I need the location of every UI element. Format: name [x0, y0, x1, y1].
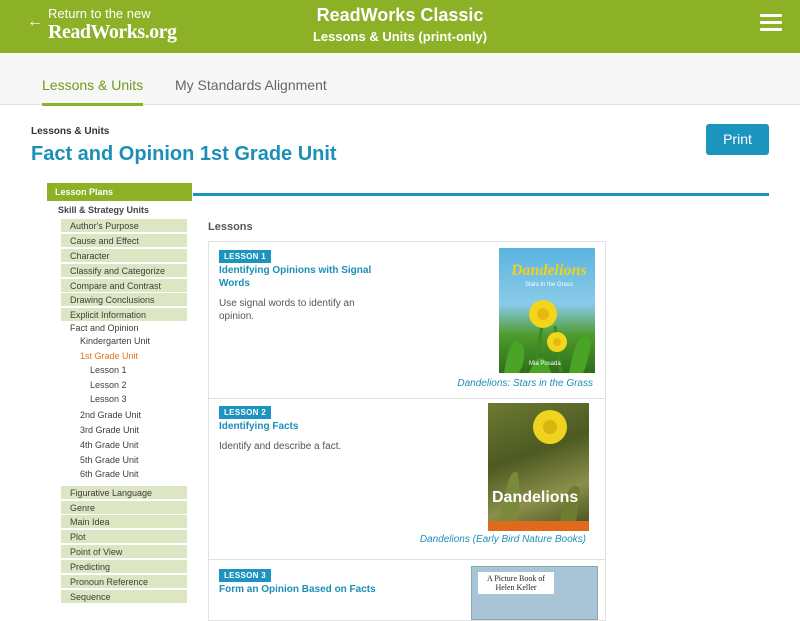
cover-subtitle: Stars in the Grass: [525, 282, 574, 288]
tab-standards-alignment[interactable]: My Standards Alignment: [175, 77, 327, 93]
sidebar-item-1st-grade-unit[interactable]: 1st Grade Unit: [80, 351, 138, 361]
sidebar-item-drawing-conclusions[interactable]: Drawing Conclusions: [61, 293, 187, 306]
sidebar-item-point-of-view[interactable]: Point of View: [61, 545, 187, 558]
sidebar-item-compare[interactable]: Compare and Contrast: [61, 279, 187, 292]
sidebar-item-plot[interactable]: Plot: [61, 530, 187, 543]
breadcrumb[interactable]: Lessons & Units: [31, 126, 109, 137]
lesson-title-link[interactable]: Identifying Opinions with Signal Words: [219, 264, 394, 290]
site-title: ReadWorks Classic: [316, 5, 484, 25]
sidebar-item-main-idea[interactable]: Main Idea: [61, 515, 187, 528]
sidebar-item-authors-purpose[interactable]: Author's Purpose: [61, 219, 187, 232]
book-cover-dandelions-early-bird[interactable]: Dandelions: [488, 403, 589, 531]
tab-bar: Lessons & Units My Standards Alignment: [0, 53, 800, 106]
book-title-link[interactable]: Dandelions (Early Bird Nature Books): [420, 534, 586, 545]
back-arrow-icon: ←: [27, 13, 43, 30]
sidebar-item-lesson-1[interactable]: Lesson 1: [90, 365, 127, 375]
sidebar-item-cause-effect[interactable]: Cause and Effect: [61, 234, 187, 247]
sidebar-item-lesson-3[interactable]: Lesson 3: [90, 394, 127, 404]
sidebar-item-sequence[interactable]: Sequence: [61, 590, 187, 603]
lesson-card: LESSON 1 Identifying Opinions with Signa…: [209, 242, 605, 399]
cover-title: A Picture Book of Helen Keller: [478, 572, 554, 594]
print-button[interactable]: Print: [706, 124, 769, 155]
sidebar-item-character[interactable]: Character: [61, 249, 187, 262]
lesson-badge: LESSON 1: [219, 250, 271, 263]
book-cover-helen-keller[interactable]: A Picture Book of Helen Keller: [471, 566, 598, 620]
sidebar-item-explicit-information[interactable]: Explicit Information: [61, 308, 187, 321]
lesson-badge: LESSON 3: [219, 569, 271, 582]
page-title: Fact and Opinion 1st Grade Unit: [31, 143, 337, 165]
sidebar-item-figurative-language[interactable]: Figurative Language: [61, 486, 187, 499]
lesson-badge: LESSON 2: [219, 406, 271, 419]
sidebar-header-lesson-plans[interactable]: Lesson Plans: [47, 183, 192, 201]
sidebar-subheader[interactable]: Skill & Strategy Units: [58, 205, 149, 215]
sidebar-item-predicting[interactable]: Predicting: [61, 560, 187, 573]
top-bar: ← Return to the new ReadWorks.org ReadWo…: [0, 0, 800, 53]
cover-title: Dandelions: [511, 262, 587, 279]
cover-author: Mia Posada: [529, 361, 561, 367]
sidebar-item-4th-grade-unit[interactable]: 4th Grade Unit: [80, 440, 139, 450]
sidebar-item-6th-grade-unit[interactable]: 6th Grade Unit: [80, 469, 139, 479]
lesson-description: Use signal words to identify an opinion.: [219, 298, 355, 322]
lesson-title-link[interactable]: Form an Opinion Based on Facts: [219, 583, 394, 596]
lesson-card: LESSON 2 Identifying Facts Identify and …: [209, 399, 605, 560]
sidebar-item-2nd-grade-unit[interactable]: 2nd Grade Unit: [80, 410, 141, 420]
hamburger-menu-icon[interactable]: [760, 14, 782, 32]
tab-lessons-units[interactable]: Lessons & Units: [42, 77, 144, 106]
sidebar-item-3rd-grade-unit[interactable]: 3rd Grade Unit: [80, 425, 139, 435]
lesson-card: LESSON 3 Form an Opinion Based on Facts …: [209, 560, 605, 620]
readworks-logo: ReadWorks.org: [48, 21, 177, 43]
return-text: Return to the new: [48, 6, 151, 21]
book-title-link[interactable]: Dandelions: Stars in the Grass: [457, 378, 593, 389]
sidebar-item-lesson-2[interactable]: Lesson 2: [90, 380, 127, 390]
sidebar-item-kindergarten-unit[interactable]: Kindergarten Unit: [80, 336, 150, 346]
sidebar-item-5th-grade-unit[interactable]: 5th Grade Unit: [80, 455, 139, 465]
sidebar-item-classify[interactable]: Classify and Categorize: [61, 264, 187, 277]
divider: [193, 193, 769, 196]
sidebar-item-genre[interactable]: Genre: [61, 501, 187, 514]
lesson-description: Identify and describe a fact.: [219, 441, 342, 452]
dandelion-photo-icon: [488, 410, 589, 531]
cover-title: Dandelions: [492, 489, 579, 506]
sidebar-item-fact-opinion[interactable]: Fact and Opinion: [70, 323, 139, 333]
lesson-title-link[interactable]: Identifying Facts: [219, 420, 394, 433]
lessons-heading: Lessons: [208, 221, 253, 233]
site-subtitle: Lessons & Units (print-only): [312, 29, 488, 44]
site-brand: ReadWorks Classic Lessons & Units (print…: [250, 5, 550, 44]
lessons-list: LESSON 1 Identifying Opinions with Signa…: [208, 241, 606, 621]
sidebar-item-pronoun-reference[interactable]: Pronoun Reference: [61, 575, 187, 588]
book-cover-dandelions-stars[interactable]: Dandelions Stars in the Grass Mia Posada: [499, 248, 595, 373]
